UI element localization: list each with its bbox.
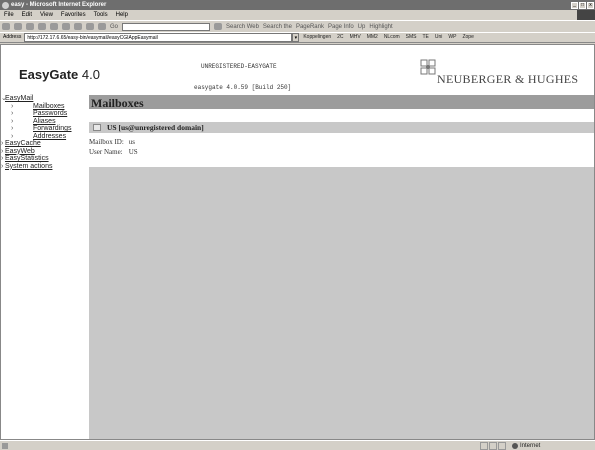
menu-help[interactable]: Help (112, 10, 132, 20)
mail-icon[interactable] (98, 23, 106, 30)
go-label[interactable]: Go (110, 21, 118, 33)
sidebar-item-easyweb[interactable]: EasyWeb (1, 148, 89, 156)
links-label: Koppelingen (303, 34, 332, 40)
company-logo-icon (420, 59, 436, 75)
sidebar-item-addresses[interactable]: Addresses (1, 133, 89, 141)
close-button[interactable]: x (587, 1, 594, 9)
link-uni[interactable]: Uni (435, 32, 443, 43)
mailbox-header: US [us@unregistered domain] (89, 122, 594, 133)
link-2c[interactable]: 2C (337, 32, 343, 43)
pagerank-indicator: PageRank (295, 23, 324, 30)
address-bar: Address http://172.17.6.65/easy-bin/easy… (0, 32, 595, 43)
main-title-bar: Mailboxes (89, 95, 594, 109)
status-cells (480, 442, 506, 450)
unregistered-label: UNREGISTERED-EASYGATE (201, 63, 277, 70)
menu-bar: File Edit View Favorites Tools Help (0, 10, 595, 20)
search-web-button[interactable]: Search Web (226, 21, 259, 33)
links-bar: Koppelingen 2C MHV MM2 NLcom SMS TE Uni … (303, 32, 474, 43)
windows-logo-icon (577, 10, 595, 20)
mailbox-details: US [us@unregistered domain] Mailbox ID: … (89, 109, 594, 167)
build-info: easygate 4.0.59 [Build 250] (194, 84, 292, 91)
brand-version: 4.0 (81, 67, 100, 82)
menu-file[interactable]: File (0, 10, 18, 20)
brand-title: EasyGate 4.0 (19, 67, 100, 82)
page-status-icon (2, 443, 8, 449)
link-zope[interactable]: Zope (462, 32, 473, 43)
status-bar: Internet (0, 440, 595, 450)
sidebar-item-easymail[interactable]: EasyMail (1, 95, 89, 103)
sidebar-item-easycache[interactable]: EasyCache (1, 140, 89, 148)
address-dropdown-button[interactable]: ▾ (292, 33, 300, 42)
link-sms[interactable]: SMS (406, 32, 417, 43)
sidebar-nav: EasyMail Mailboxes Passwords Aliases For… (1, 95, 89, 439)
status-cell (498, 442, 506, 450)
link-nlcom[interactable]: NLcom (384, 32, 400, 43)
menu-favorites[interactable]: Favorites (57, 10, 90, 20)
page-content: EasyGate 4.0 UNREGISTERED-EASYGATE easyg… (0, 44, 595, 440)
brand-name: EasyGate (19, 67, 79, 82)
browser-window: easy - Microsoft Internet Explorer _ □ x… (0, 0, 595, 450)
link-mhv[interactable]: MHV (350, 32, 361, 43)
field-label: User Name: (89, 148, 123, 156)
link-te[interactable]: TE (423, 32, 429, 43)
sidebar-item-forwardings[interactable]: Forwardings (1, 125, 89, 133)
minimize-button[interactable]: _ (571, 1, 578, 9)
company-name: NEUBERGER & HUGHES (437, 72, 579, 86)
field-mailbox-id: Mailbox ID: us (89, 138, 135, 146)
main-panel: Mailboxes US [us@unregistered domain] Ma… (89, 95, 594, 439)
sidebar-item-passwords[interactable]: Passwords (1, 110, 89, 118)
field-value: us (128, 138, 135, 146)
page-header: EasyGate 4.0 UNREGISTERED-EASYGATE easyg… (1, 45, 594, 95)
menu-edit[interactable]: Edit (18, 10, 36, 20)
toolbar: Go Search Web Search the PageRank Page I… (0, 20, 595, 32)
mailbox-title: US [us@unregistered domain] (107, 123, 204, 132)
field-user-name: User Name: US (89, 148, 138, 156)
back-icon[interactable] (2, 23, 10, 30)
sidebar-item-aliases[interactable]: Aliases (1, 118, 89, 126)
internet-zone-icon (512, 443, 518, 449)
internet-explorer-icon (2, 1, 9, 9)
menu-view[interactable]: View (36, 10, 57, 20)
sidebar-item-mailboxes[interactable]: Mailboxes (1, 103, 89, 111)
search-web-icon (214, 23, 223, 30)
address-label: Address (3, 34, 22, 40)
search-input[interactable] (122, 22, 211, 31)
menu-tools[interactable]: Tools (90, 10, 112, 20)
search-bar-button[interactable]: Search the (263, 21, 292, 33)
sidebar-item-system-actions[interactable]: System actions (1, 163, 89, 171)
stop-icon[interactable] (26, 23, 34, 30)
security-zone: Internet (520, 443, 541, 449)
title-bar: easy - Microsoft Internet Explorer _ □ x (0, 0, 595, 10)
field-label: Mailbox ID: (89, 138, 124, 146)
forward-icon[interactable] (14, 23, 22, 30)
window-title: easy - Microsoft Internet Explorer (11, 2, 107, 8)
history-icon[interactable] (86, 23, 94, 30)
up-button[interactable]: Up (358, 21, 366, 33)
page-info-button[interactable]: Page Info (328, 21, 354, 33)
status-cell (480, 442, 488, 450)
maximize-button[interactable]: □ (579, 1, 586, 9)
search-icon[interactable] (62, 23, 70, 30)
favorites-icon[interactable] (74, 23, 82, 30)
field-value: US (128, 148, 138, 156)
link-wp[interactable]: WP (448, 32, 456, 43)
mailbox-icon[interactable] (93, 124, 101, 131)
home-icon[interactable] (50, 23, 58, 30)
highlight-button[interactable]: Highlight (369, 21, 392, 33)
page-title: Mailboxes (91, 96, 144, 110)
link-mm2[interactable]: MM2 (367, 32, 378, 43)
address-input[interactable]: http://172.17.6.65/easy-bin/easymail/eas… (24, 33, 293, 42)
sidebar-item-easystatistics[interactable]: EasyStatistics (1, 155, 89, 163)
refresh-icon[interactable] (38, 23, 46, 30)
status-cell (489, 442, 497, 450)
